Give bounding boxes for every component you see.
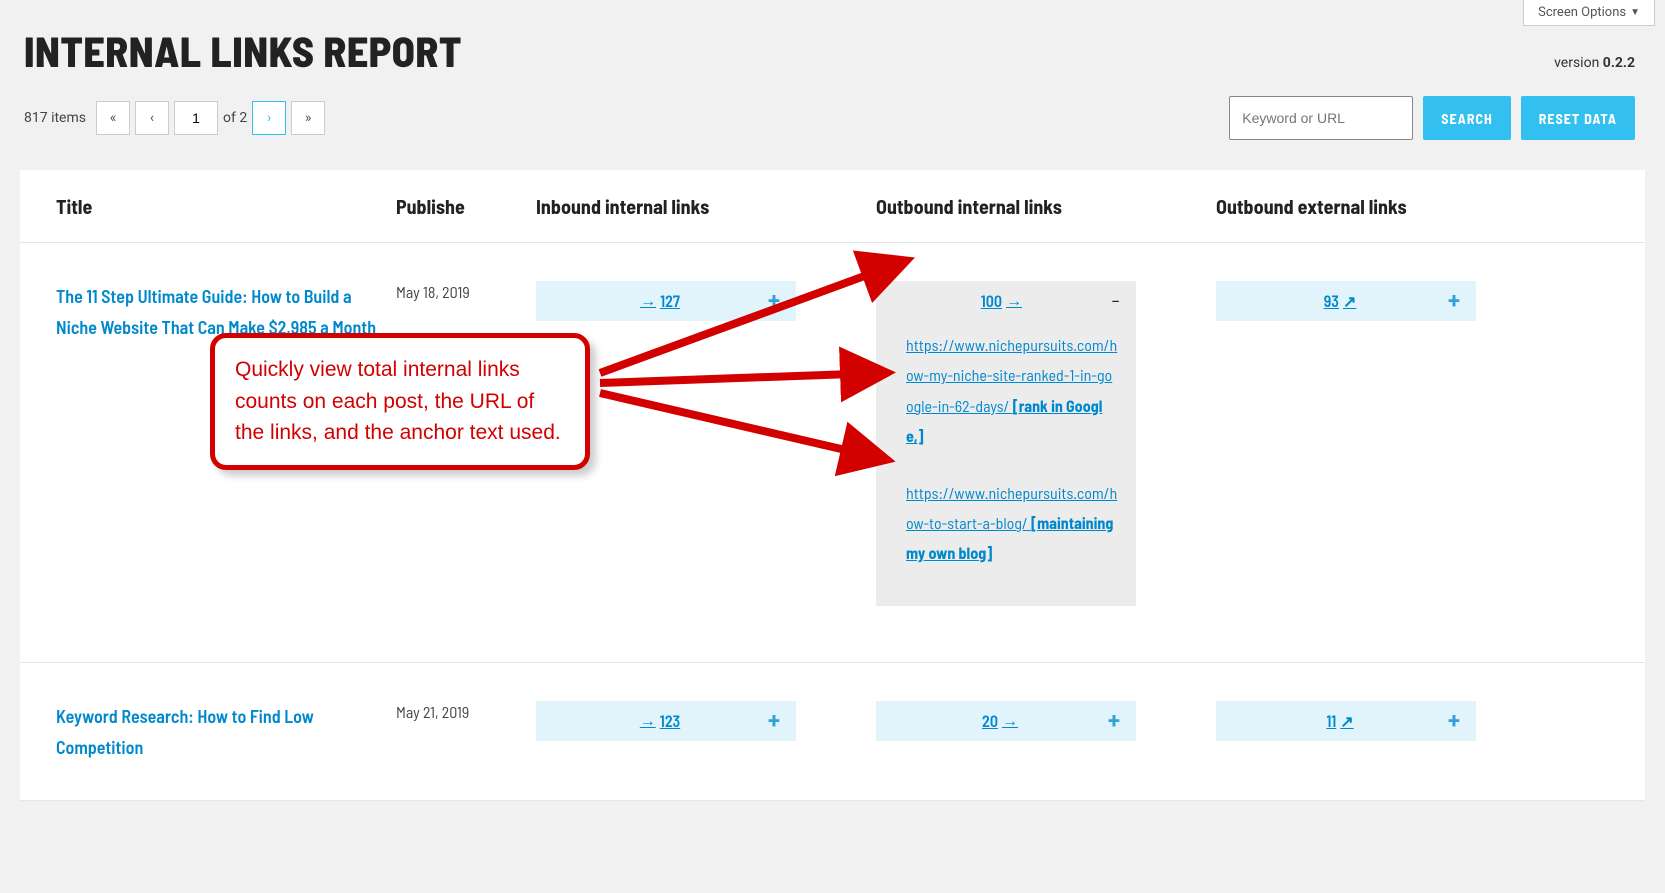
- pagination: « ‹ of 2 › »: [96, 101, 325, 135]
- page-input[interactable]: [174, 101, 218, 135]
- annotation-callout: Quickly view total internal links counts…: [210, 333, 590, 470]
- expand-external-button[interactable]: +: [1448, 289, 1460, 314]
- page-title: INTERNAL LINKS REPORT: [24, 26, 462, 76]
- post-title-link[interactable]: Keyword Research: How to Find Low Compet…: [56, 705, 314, 758]
- page-of-label: of 2: [223, 110, 247, 126]
- caret-down-icon: ▼: [1630, 7, 1640, 18]
- arrow-right-icon: →: [640, 711, 656, 731]
- list-item[interactable]: https://www.nichepursuits.com/how-to-sta…: [906, 479, 1118, 570]
- outbound-links-list[interactable]: https://www.nichepursuits.com/how-my-nic…: [876, 321, 1136, 606]
- expand-inbound-button[interactable]: +: [768, 709, 780, 734]
- search-input[interactable]: [1229, 96, 1413, 140]
- outbound-external-count-link[interactable]: 11 ↗: [1232, 712, 1448, 731]
- post-title-link[interactable]: The 11 Step Ultimate Guide: How to Build…: [56, 285, 376, 338]
- arrow-right-icon: →: [1006, 291, 1022, 311]
- col-published[interactable]: Publishe: [396, 194, 536, 218]
- table-header: Title Publishe Inbound internal links Ou…: [20, 170, 1645, 243]
- screen-options-button[interactable]: Screen Options ▼: [1523, 0, 1655, 26]
- outbound-external-box: 11 ↗ +: [1216, 701, 1476, 741]
- outbound-internal-expanded: 100 → − https://www.nichepursuits.com/ho…: [876, 281, 1136, 606]
- col-outbound-external[interactable]: Outbound external links: [1216, 194, 1556, 218]
- arrow-outbound-icon: ↗: [1343, 292, 1356, 311]
- report-table: Title Publishe Inbound internal links Ou…: [20, 170, 1645, 801]
- inbound-links-box: → 127 +: [536, 281, 796, 321]
- annotation-text: Quickly view total internal links counts…: [235, 354, 565, 449]
- inbound-count-link[interactable]: → 127: [552, 291, 768, 311]
- col-title[interactable]: Title: [56, 194, 396, 218]
- search-button[interactable]: SEARCH: [1423, 96, 1510, 140]
- page-prev-button[interactable]: ‹: [135, 101, 169, 135]
- published-date: May 21, 2019: [396, 701, 536, 762]
- page-first-button[interactable]: «: [96, 101, 130, 135]
- outbound-internal-count-link[interactable]: 100 →: [892, 291, 1111, 311]
- inbound-count-link[interactable]: → 123: [552, 711, 768, 731]
- arrow-right-icon: →: [640, 291, 656, 311]
- table-row: Keyword Research: How to Find Low Compet…: [20, 663, 1645, 801]
- expand-external-button[interactable]: +: [1448, 709, 1460, 734]
- outbound-external-box: 93 ↗ +: [1216, 281, 1476, 321]
- version-label: version 0.2.2: [1554, 55, 1635, 71]
- table-row: The 11 Step Ultimate Guide: How to Build…: [20, 243, 1645, 663]
- arrow-outbound-icon: ↗: [1340, 712, 1353, 731]
- list-item[interactable]: https://www.nichepursuits.com/how-my-nic…: [906, 331, 1118, 453]
- outbound-internal-box: 20 → +: [876, 701, 1136, 741]
- items-count: 817 items: [24, 110, 86, 126]
- outbound-internal-count-link[interactable]: 20 →: [892, 711, 1108, 731]
- screen-options-label: Screen Options: [1538, 5, 1626, 20]
- arrow-right-icon: →: [1002, 711, 1018, 731]
- page-next-button[interactable]: ›: [252, 101, 286, 135]
- inbound-links-box: → 123 +: [536, 701, 796, 741]
- expand-outbound-button[interactable]: +: [1108, 709, 1120, 734]
- collapse-outbound-button[interactable]: −: [1111, 292, 1120, 311]
- outbound-external-count-link[interactable]: 93 ↗: [1232, 292, 1448, 311]
- page-last-button[interactable]: »: [291, 101, 325, 135]
- reset-data-button[interactable]: RESET DATA: [1521, 96, 1635, 140]
- col-inbound[interactable]: Inbound internal links: [536, 194, 876, 218]
- col-outbound-internal[interactable]: Outbound internal links: [876, 194, 1216, 218]
- expand-inbound-button[interactable]: +: [768, 289, 780, 314]
